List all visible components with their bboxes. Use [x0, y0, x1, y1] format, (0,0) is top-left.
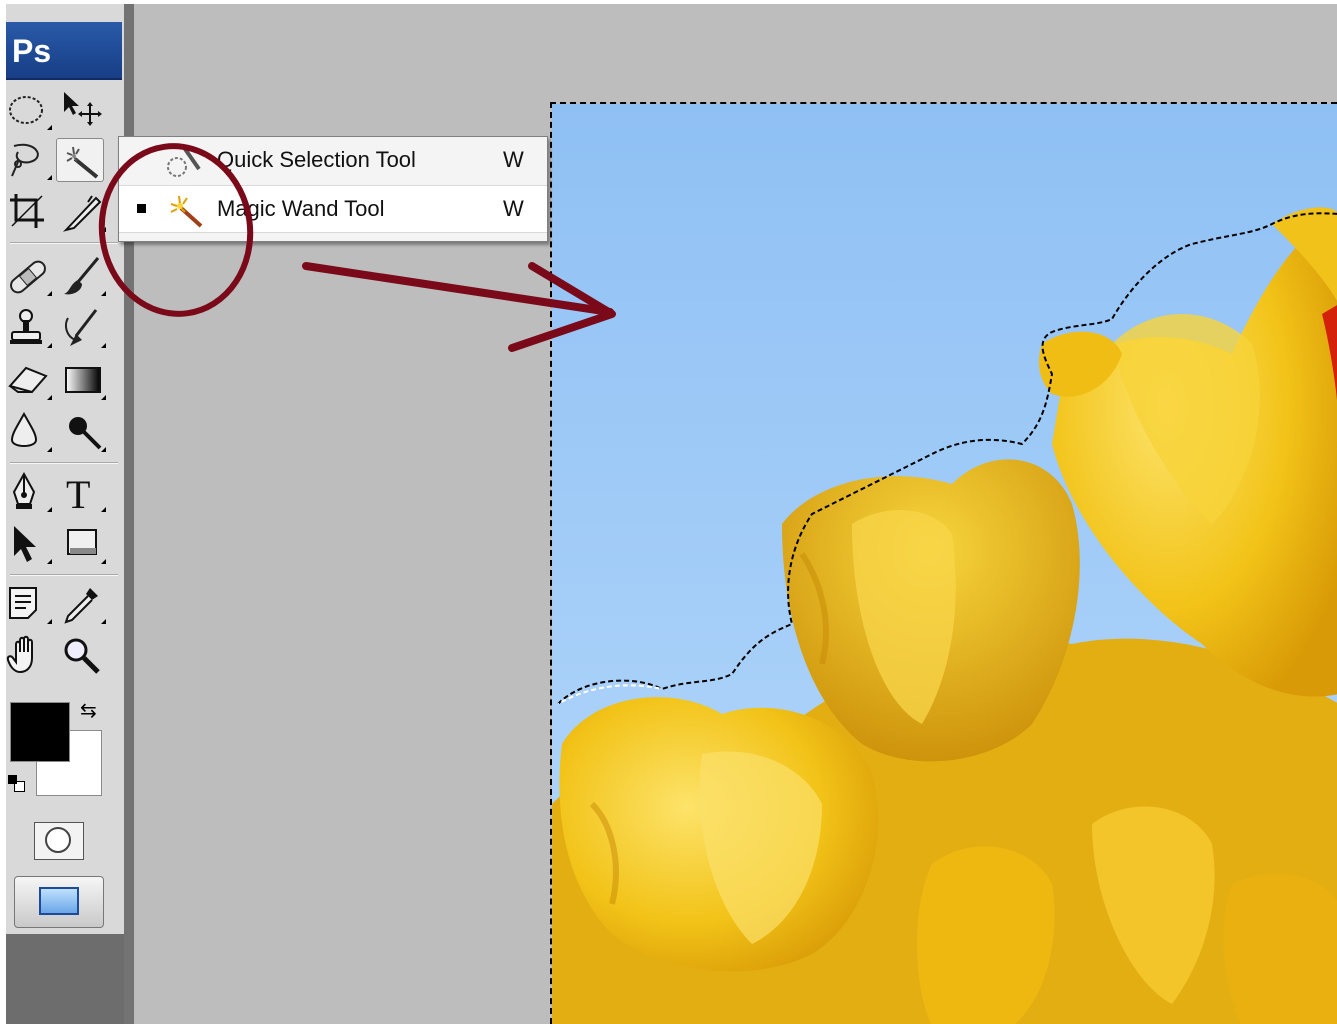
annotation-overlay	[98, 143, 616, 352]
annotation-circle	[98, 143, 254, 317]
